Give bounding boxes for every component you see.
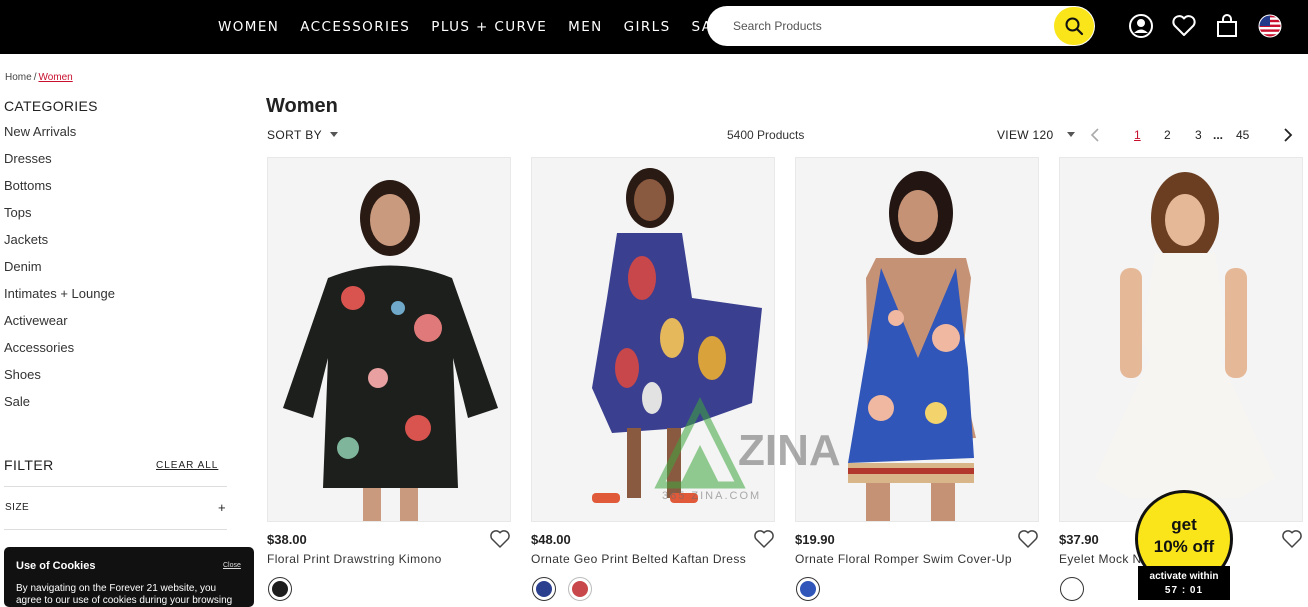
us-flag-icon[interactable] <box>1256 12 1284 40</box>
view-per-page-dropdown[interactable]: VIEW 120 <box>997 128 1076 142</box>
account-icon[interactable] <box>1127 12 1155 40</box>
cookie-title: Use of Cookies <box>16 560 96 572</box>
swatch-fill <box>272 581 288 597</box>
category-jackets[interactable]: Jackets <box>4 232 115 259</box>
category-intimates-lounge[interactable]: Intimates + Lounge <box>4 286 115 313</box>
page-link-45[interactable]: 45 <box>1236 128 1249 142</box>
product-price: $48.00 <box>531 532 571 547</box>
search-input[interactable] <box>733 17 1043 35</box>
next-page-arrow-icon[interactable] <box>1282 128 1294 147</box>
divider <box>4 486 227 487</box>
top-navigation-bar: WOMEN ACCESSORIES PLUS + CURVE MEN GIRLS… <box>0 0 1308 54</box>
chevron-down-icon <box>330 132 339 137</box>
product-name[interactable]: Eyelet Mock N <box>1059 552 1142 566</box>
nav-accessories[interactable]: ACCESSORIES <box>300 19 410 35</box>
product-name[interactable]: Ornate Floral Romper Swim Cover-Up <box>795 552 1012 566</box>
breadcrumb-home[interactable]: Home <box>5 72 32 83</box>
product-name[interactable]: Ornate Geo Print Belted Kaftan Dress <box>531 552 746 566</box>
category-tops[interactable]: Tops <box>4 205 115 232</box>
category-dresses[interactable]: Dresses <box>4 151 115 178</box>
product-image[interactable] <box>795 157 1039 522</box>
sort-by-label: SORT BY <box>267 128 323 142</box>
swatch-fill <box>536 581 552 597</box>
product-price: $19.90 <box>795 532 835 547</box>
search-icon <box>1065 17 1084 36</box>
page-ellipsis: ... <box>1213 128 1224 142</box>
color-swatch[interactable] <box>532 577 556 601</box>
breadcrumb: Home / Women <box>5 72 73 83</box>
nav-girls[interactable]: GIRLS <box>624 19 671 35</box>
chevron-down-icon <box>1067 132 1076 137</box>
search-box <box>707 6 1095 46</box>
promo-line-1: get <box>1171 515 1197 534</box>
size-expand-toggle[interactable]: + <box>218 500 226 515</box>
cookie-close-button[interactable]: Close <box>223 562 241 569</box>
category-list: New Arrivals Dresses Bottoms Tops Jacket… <box>4 124 115 421</box>
product-name[interactable]: Floral Print Drawstring Kimono <box>267 552 442 566</box>
size-filter-label[interactable]: SIZE <box>5 502 29 513</box>
cookie-banner: Use of Cookies Close By navigating on th… <box>4 547 254 607</box>
category-sale[interactable]: Sale <box>4 394 115 421</box>
page-link-2[interactable]: 2 <box>1164 128 1171 142</box>
nav-women[interactable]: WOMEN <box>218 19 279 35</box>
breadcrumb-separator: / <box>33 72 37 83</box>
previous-page-arrow-icon[interactable] <box>1089 128 1101 147</box>
divider <box>4 529 227 530</box>
color-swatch[interactable] <box>568 577 592 601</box>
sort-by-dropdown[interactable]: SORT BY <box>267 128 339 142</box>
product-card[interactable]: $38.00 Floral Print Drawstring Kimono <box>267 157 511 601</box>
cookie-body: By navigating on the Forever 21 website,… <box>16 583 233 606</box>
color-swatch[interactable] <box>1060 577 1084 601</box>
add-to-wishlist-heart-icon[interactable] <box>1281 529 1303 554</box>
breadcrumb-current[interactable]: Women <box>38 72 72 83</box>
category-bottoms[interactable]: Bottoms <box>4 178 115 205</box>
product-image[interactable] <box>1059 157 1303 522</box>
product-count: 5400 Products <box>727 128 805 142</box>
swatch-fill <box>800 581 816 597</box>
category-activewear[interactable]: Activewear <box>4 313 115 340</box>
add-to-wishlist-heart-icon[interactable] <box>489 529 511 554</box>
product-image[interactable] <box>531 157 775 522</box>
add-to-wishlist-heart-icon[interactable] <box>753 529 775 554</box>
swatch-fill <box>572 581 588 597</box>
color-swatch[interactable] <box>268 577 292 601</box>
product-card[interactable]: $48.00 Ornate Geo Print Belted Kaftan Dr… <box>531 157 775 601</box>
product-image[interactable] <box>267 157 511 522</box>
swatch-fill <box>1064 581 1080 597</box>
view-label: VIEW 120 <box>997 128 1054 142</box>
product-card[interactable]: $37.90 Eyelet Mock N <box>1059 157 1303 601</box>
nav-men[interactable]: MEN <box>568 19 602 35</box>
page-link-1[interactable]: 1 <box>1134 128 1141 142</box>
search-button[interactable] <box>1054 7 1094 45</box>
shopping-bag-icon[interactable] <box>1213 12 1241 40</box>
promo-timer: activate within 57 : 01 <box>1138 566 1230 600</box>
product-price: $38.00 <box>267 532 307 547</box>
wishlist-heart-icon[interactable] <box>1170 12 1198 40</box>
promo-line-2: 10% off <box>1153 537 1215 556</box>
category-accessories[interactable]: Accessories <box>4 340 115 367</box>
color-swatch[interactable] <box>796 577 820 601</box>
category-denim[interactable]: Denim <box>4 259 115 286</box>
filter-heading: FILTER <box>4 457 54 473</box>
main-nav: WOMEN ACCESSORIES PLUS + CURVE MEN GIRLS… <box>218 0 752 54</box>
nav-plus-curve[interactable]: PLUS + CURVE <box>431 19 547 35</box>
timer-value: 57 : 01 <box>1164 585 1204 596</box>
product-price: $37.90 <box>1059 532 1099 547</box>
category-shoes[interactable]: Shoes <box>4 367 115 394</box>
page-link-3[interactable]: 3 <box>1195 128 1202 142</box>
page-title: Women <box>266 95 338 117</box>
product-card[interactable]: $19.90 Ornate Floral Romper Swim Cover-U… <box>795 157 1039 601</box>
add-to-wishlist-heart-icon[interactable] <box>1017 529 1039 554</box>
categories-heading: CATEGORIES <box>4 98 98 114</box>
timer-label: activate within <box>1149 571 1219 582</box>
category-new-arrivals[interactable]: New Arrivals <box>4 124 115 151</box>
clear-all-link[interactable]: CLEAR ALL <box>156 460 218 471</box>
